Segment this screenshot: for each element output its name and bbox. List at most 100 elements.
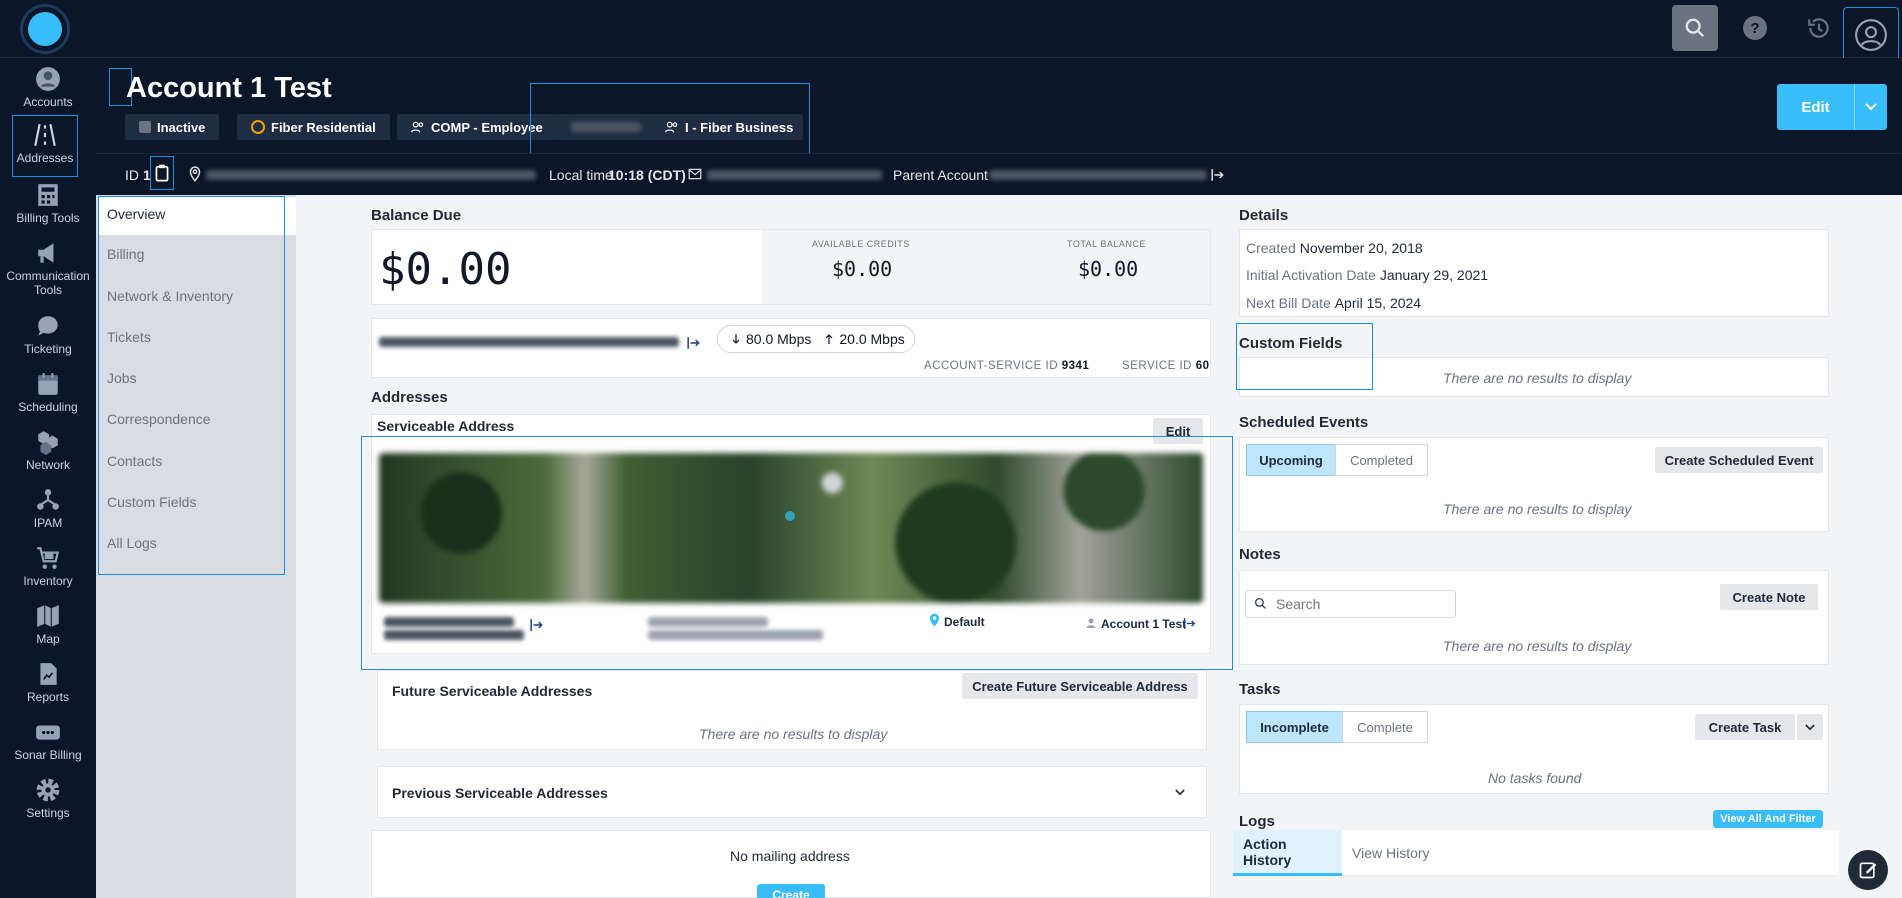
create-mailing-address-button[interactable]: Create [757, 884, 825, 898]
total-balance-value: $0.00 [1078, 257, 1139, 281]
parent-account-label: Parent Account [893, 167, 988, 183]
mailing-empty-text: No mailing address [730, 848, 850, 864]
nav-accounts[interactable]: Accounts [0, 66, 96, 109]
tab-upcoming[interactable]: Upcoming [1246, 444, 1336, 476]
download-speed: 80.0 Mbps [746, 331, 812, 347]
create-task-button[interactable]: Create Task [1695, 714, 1795, 740]
future-empty-text: There are no results to display [699, 726, 888, 742]
future-addresses-title: Future Serviceable Addresses [392, 683, 593, 699]
total-balance-label: TOTAL BALANCE [1067, 239, 1146, 249]
account-id-label: ID [125, 167, 139, 183]
local-time-value: 10:18 (CDT) [608, 167, 686, 183]
help-button[interactable]: ? [1732, 5, 1778, 51]
create-task-dropdown[interactable] [1797, 714, 1823, 740]
user-circle-icon [1855, 19, 1887, 51]
search-icon [1254, 597, 1266, 609]
calendar-icon [38, 373, 58, 395]
create-future-address-button[interactable]: Create Future Serviceable Address [962, 673, 1198, 699]
detail-created: Created November 20, 2018 [1246, 240, 1423, 256]
globe-icon [251, 120, 265, 134]
status-square-icon [139, 121, 151, 133]
account-header: Account 1 Test Inactive Fiber Residentia… [96, 58, 1902, 155]
history-icon [1808, 18, 1829, 38]
open-link-icon[interactable] [1211, 168, 1225, 182]
tab-action-history[interactable]: Action History [1233, 830, 1342, 876]
main-sidebar: Accounts Addresses Billing Tools Communi… [0, 58, 96, 898]
status-badge: Inactive [125, 114, 220, 140]
chat-icon [38, 316, 58, 336]
compose-button[interactable] [1848, 850, 1888, 890]
question-icon: ? [1743, 16, 1767, 40]
megaphone-icon [38, 243, 54, 263]
nav-scheduling[interactable]: Scheduling [0, 371, 96, 414]
map-icon [37, 605, 59, 627]
detail-next-bill: Next Bill Date April 15, 2024 [1246, 295, 1422, 311]
chevron-down-icon[interactable] [1855, 84, 1887, 130]
create-scheduled-event-button[interactable]: Create Scheduled Event [1655, 447, 1823, 473]
nav-map[interactable]: Map [0, 603, 96, 646]
nav-inventory[interactable]: Inventory [0, 545, 96, 588]
compose-icon [1859, 862, 1877, 879]
arrow-up-icon [825, 334, 833, 344]
nav-sonar-billing[interactable]: Sonar Billing [0, 719, 96, 762]
view-all-logs-button[interactable]: View All And Filter [1713, 810, 1823, 828]
nav-reports[interactable]: Reports [0, 661, 96, 704]
cart-icon [37, 547, 60, 569]
copy-id-button[interactable] [150, 156, 174, 190]
clipboard-icon [155, 164, 169, 182]
nav-communication-tools[interactable]: Communication Tools [0, 240, 96, 297]
tab-incomplete[interactable]: Incomplete [1246, 711, 1343, 743]
user-menu-button[interactable] [1843, 7, 1899, 63]
gear-icon [36, 778, 60, 802]
arrow-down-icon [732, 334, 740, 344]
nav-ticketing[interactable]: Ticketing [0, 313, 96, 356]
balance-due-title: Balance Due [371, 207, 462, 224]
detail-activation: Initial Activation Date January 29, 2021 [1246, 267, 1489, 283]
notes-title: Notes [1239, 546, 1281, 563]
nav-settings[interactable]: Settings [0, 777, 96, 820]
chevron-down-icon [1805, 723, 1815, 730]
history-button[interactable] [1796, 5, 1842, 51]
custom-fields-highlight [1236, 323, 1373, 390]
report-icon [40, 663, 57, 685]
open-link-icon[interactable] [686, 336, 702, 350]
balance-amount: $0.00 [379, 244, 512, 295]
blurred-email [707, 170, 882, 180]
search-button[interactable] [1672, 5, 1718, 51]
logs-title: Logs [1239, 813, 1275, 830]
upload-speed: 20.0 Mbps [839, 331, 905, 347]
nav-ipam[interactable]: IPAM [0, 487, 96, 530]
addresses-title: Addresses [371, 389, 448, 406]
serviceable-address-title: Serviceable Address [377, 418, 515, 434]
search-icon [1685, 18, 1705, 38]
tasks-empty: No tasks found [1488, 770, 1582, 786]
previous-addresses-title: Previous Serviceable Addresses [392, 785, 608, 801]
users-icon [411, 121, 424, 133]
envelope-icon [688, 168, 702, 180]
network-nodes-icon [37, 489, 59, 510]
details-title: Details [1239, 207, 1289, 224]
speed-pill: 80.0 Mbps 20.0 Mbps [717, 325, 915, 353]
tab-complete[interactable]: Complete [1342, 711, 1428, 743]
edit-account-button[interactable]: Edit [1777, 84, 1887, 130]
app-logo[interactable] [20, 4, 70, 54]
road-icon [34, 123, 56, 147]
account-info-strip: ID 1 Local time 10:18 (CDT) Parent Accou… [96, 153, 1902, 195]
blurred-service-name[interactable] [379, 337, 679, 347]
tab-view-history[interactable]: View History [1342, 830, 1440, 876]
location-pin-icon [189, 166, 201, 182]
chevron-down-icon[interactable] [1175, 789, 1185, 796]
create-note-button[interactable]: Create Note [1720, 584, 1818, 610]
available-credits-value: $0.00 [832, 257, 893, 281]
scheduled-events-title: Scheduled Events [1239, 414, 1369, 431]
blurred-parent-account[interactable] [989, 170, 1207, 180]
account-title: Account 1 Test [126, 72, 332, 104]
blurred-address [206, 170, 536, 180]
nav-network[interactable]: Network [0, 429, 96, 472]
nav-billing-tools[interactable]: Billing Tools [0, 182, 96, 225]
notes-search-input[interactable] [1245, 590, 1456, 618]
nav-addresses[interactable]: Addresses [12, 115, 78, 177]
serviceable-address-highlight [361, 436, 1233, 670]
tab-completed[interactable]: Completed [1335, 444, 1428, 476]
hexagons-icon [38, 431, 58, 455]
